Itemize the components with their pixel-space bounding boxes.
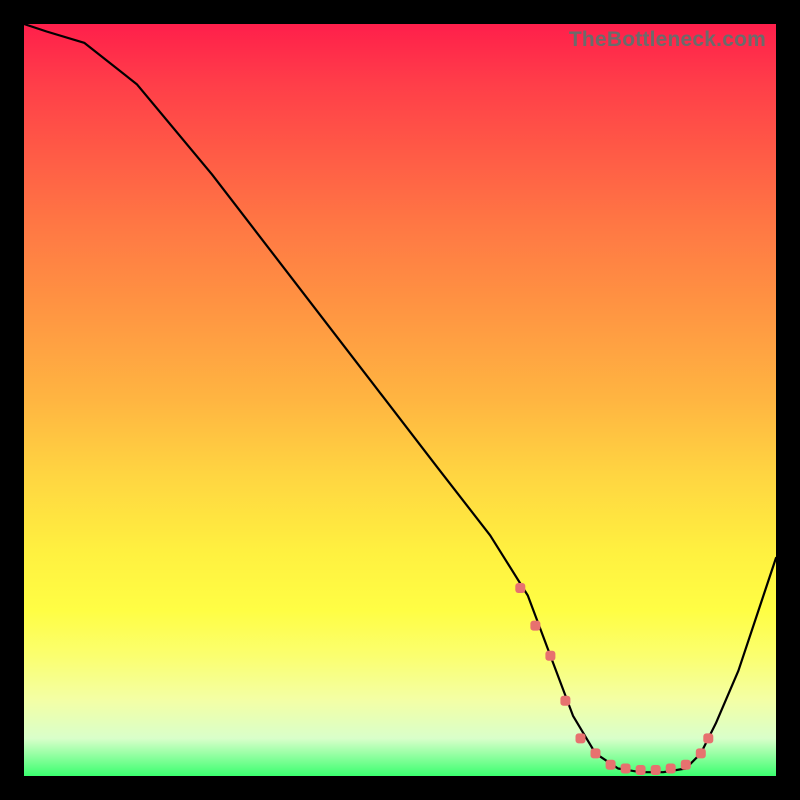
highlight-marker-group — [515, 583, 713, 775]
highlight-marker — [560, 696, 570, 706]
highlight-marker — [545, 651, 555, 661]
highlight-marker — [591, 748, 601, 758]
highlight-marker — [576, 733, 586, 743]
highlight-marker — [530, 621, 540, 631]
highlight-marker — [621, 764, 631, 774]
watermark-text: TheBottleneck.com — [569, 28, 766, 52]
chart-frame: TheBottleneck.com — [24, 24, 776, 776]
highlight-marker — [651, 765, 661, 775]
chart-svg — [24, 24, 776, 776]
highlight-marker — [681, 760, 691, 770]
highlight-marker — [696, 748, 706, 758]
highlight-marker — [515, 583, 525, 593]
highlight-marker — [636, 765, 646, 775]
highlight-marker — [606, 760, 616, 770]
highlight-marker — [666, 764, 676, 774]
bottleneck-curve-line — [24, 24, 776, 772]
highlight-marker — [703, 733, 713, 743]
